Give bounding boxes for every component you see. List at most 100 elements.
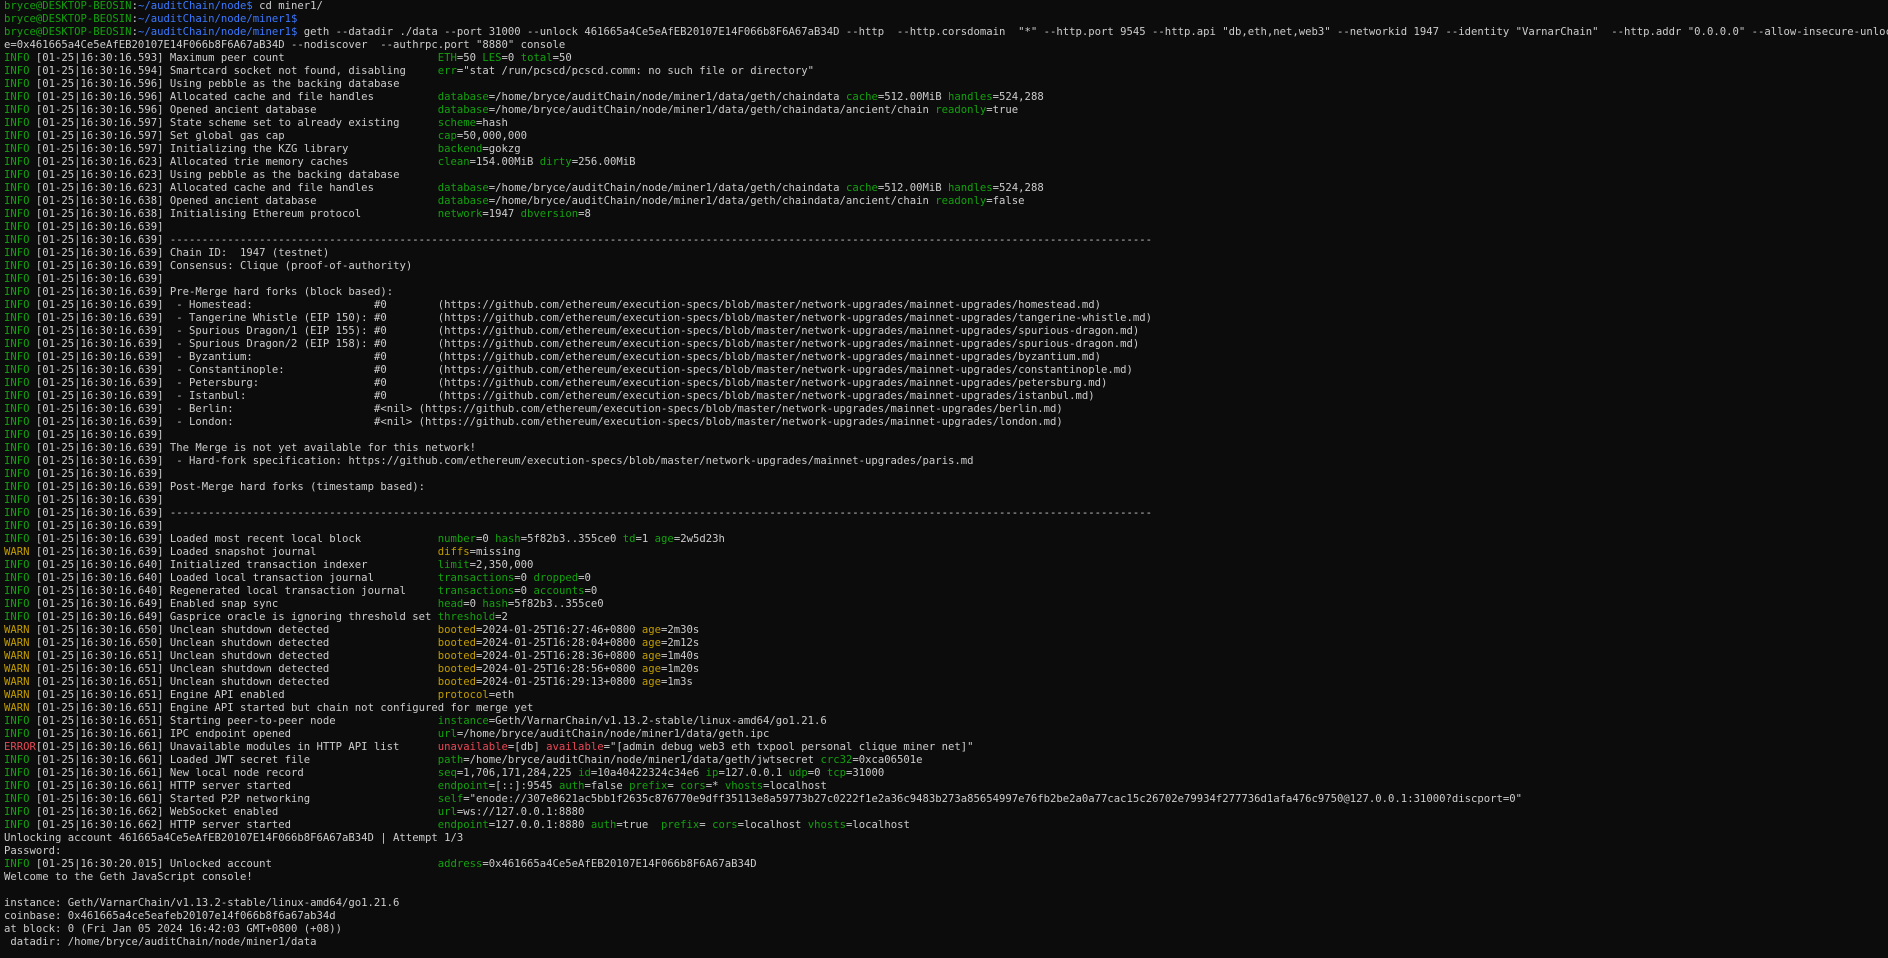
log-message: - Istanbul: #0 (https://github.com/ether… bbox=[163, 390, 1095, 402]
log-message: Unclean shutdown detected bbox=[163, 676, 432, 688]
password-line: Password: bbox=[4, 845, 1888, 858]
log-message: New local node record bbox=[163, 767, 432, 779]
log-timestamp: [01-25|16:30:16.651] bbox=[35, 715, 164, 727]
log-level: INFO bbox=[4, 780, 30, 792]
log-timestamp: [01-25|16:30:16.639] bbox=[35, 416, 164, 428]
log-level: INFO bbox=[4, 533, 30, 545]
log-message: Regenerated local transaction journal bbox=[163, 585, 432, 597]
log-level: INFO bbox=[4, 507, 30, 519]
log-line: WARN [01-25|16:30:16.651] Unclean shutdo… bbox=[4, 676, 1888, 689]
log-line: INFO [01-25|16:30:16.638] Opened ancient… bbox=[4, 195, 1888, 208]
log-level: INFO bbox=[4, 221, 30, 233]
log-line: INFO [01-25|16:30:16.594] Smartcard sock… bbox=[4, 65, 1888, 78]
log-line: WARN [01-25|16:30:16.651] Engine API ena… bbox=[4, 689, 1888, 702]
log-value: =1m3s bbox=[661, 676, 693, 688]
log-message: Consensus: Clique (proof-of-authority) bbox=[163, 260, 413, 272]
log-message: Allocated cache and file handles bbox=[163, 91, 432, 103]
terminal-window[interactable]: bryce@DESKTOP-BEOSIN:~/auditChain/node$ … bbox=[0, 0, 1888, 958]
log-key: cache bbox=[845, 182, 878, 194]
console-info-line bbox=[4, 884, 1888, 897]
log-timestamp: [01-25|16:30:16.597] bbox=[35, 130, 164, 142]
log-timestamp: [01-25|16:30:16.639] bbox=[35, 546, 164, 558]
log-level: INFO bbox=[4, 52, 30, 64]
log-message: Maximum peer count bbox=[163, 52, 432, 64]
log-message: Opened ancient database bbox=[163, 195, 432, 207]
console-info-line: coinbase: 0x461665a4ce5eafeb20107e14f066… bbox=[4, 910, 1888, 923]
log-line: INFO [01-25|16:30:16.639] - Homestead: #… bbox=[4, 299, 1888, 312]
log-message: Loaded JWT secret file bbox=[163, 754, 432, 766]
log-value: =[db] bbox=[507, 741, 540, 753]
log-line: INFO [01-25|16:30:16.639] - Tangerine Wh… bbox=[4, 312, 1888, 325]
log-key: handles bbox=[948, 182, 993, 194]
log-message: State scheme set to already existing bbox=[163, 117, 432, 129]
log-level: INFO bbox=[4, 793, 30, 805]
log-line: INFO [01-25|16:30:16.639] bbox=[4, 520, 1888, 533]
log-value: =[::]:9545 bbox=[488, 780, 553, 792]
log-level: INFO bbox=[4, 585, 30, 597]
log-timestamp: [01-25|16:30:16.639] bbox=[35, 520, 164, 532]
log-value: =2024-01-25T16:28:56+0800 bbox=[476, 663, 636, 675]
log-line: INFO [01-25|16:30:16.639] Chain ID: 1947… bbox=[4, 247, 1888, 260]
log-value: =* bbox=[705, 780, 719, 792]
log-timestamp: [01-25|16:30:16.639] bbox=[35, 299, 164, 311]
log-message: Loaded local transaction journal bbox=[163, 572, 432, 584]
log-value: =0 bbox=[807, 767, 821, 779]
log-key: seq bbox=[437, 767, 457, 779]
log-key: available bbox=[546, 741, 604, 753]
log-message: ----------------------------------------… bbox=[163, 507, 1153, 519]
log-value: =/home/bryce/auditChain/node/miner1/data… bbox=[488, 195, 929, 207]
log-level: INFO bbox=[4, 325, 30, 337]
log-level: INFO bbox=[4, 104, 30, 116]
log-timestamp: [01-25|16:30:16.639] bbox=[35, 338, 164, 350]
log-value: =512.00MiB bbox=[877, 182, 942, 194]
log-value: =/home/bryce/auditChain/node/miner1/data… bbox=[488, 104, 929, 116]
prompt-user-host: bryce@DESKTOP-BEOSIN bbox=[4, 0, 132, 12]
log-value: =2w5d23h bbox=[673, 533, 725, 545]
log-level: INFO bbox=[4, 117, 30, 129]
prompt-user-host: bryce@DESKTOP-BEOSIN bbox=[4, 26, 132, 38]
log-key: instance bbox=[437, 715, 489, 727]
log-timestamp: [01-25|16:30:16.649] bbox=[35, 598, 164, 610]
log-message: Enabled snap sync bbox=[163, 598, 432, 610]
log-key: booted bbox=[437, 624, 477, 636]
log-line: INFO [01-25|16:30:16.597] State scheme s… bbox=[4, 117, 1888, 130]
log-timestamp: [01-25|16:30:16.639] bbox=[35, 455, 164, 467]
log-key: threshold bbox=[437, 611, 496, 623]
log-line: INFO [01-25|16:30:16.639] Consensus: Cli… bbox=[4, 260, 1888, 273]
log-key: dropped bbox=[533, 572, 579, 584]
log-message: Engine API started but chain not configu… bbox=[163, 702, 534, 714]
log-level: INFO bbox=[4, 442, 30, 454]
log-value: =1m40s bbox=[661, 650, 700, 662]
log-key: ip bbox=[705, 767, 719, 779]
log-value: =0xca06501e bbox=[852, 754, 923, 766]
log-message: Post-Merge hard forks (timestamp based): bbox=[163, 481, 425, 493]
log-timestamp: [01-25|16:30:16.651] bbox=[35, 702, 164, 714]
log-message: Unclean shutdown detected bbox=[163, 637, 432, 649]
log-key: auth bbox=[590, 819, 617, 831]
log-message: - London: #<nil> (https://github.com/eth… bbox=[163, 416, 1063, 428]
log-value: =/home/bryce/auditChain/node/miner1/data… bbox=[463, 754, 815, 766]
log-message: Starting peer-to-peer node bbox=[163, 715, 432, 727]
log-level: WARN bbox=[4, 650, 30, 662]
log-value: =2024-01-25T16:28:36+0800 bbox=[476, 650, 636, 662]
log-key: vhosts bbox=[724, 780, 764, 792]
log-timestamp: [01-25|16:30:16.623] bbox=[35, 169, 164, 181]
log-line: INFO [01-25|16:30:16.639] - Berlin: #<ni… bbox=[4, 403, 1888, 416]
log-timestamp: [01-25|16:30:16.638] bbox=[35, 195, 164, 207]
prompt-line: bryce@DESKTOP-BEOSIN:~/auditChain/node$ … bbox=[4, 0, 1888, 13]
log-key: booted bbox=[437, 637, 477, 649]
log-value: =5f82b3..355ce0 bbox=[507, 598, 604, 610]
log-level: INFO bbox=[4, 611, 30, 623]
log-value: =hash bbox=[476, 117, 508, 129]
log-level: WARN bbox=[4, 689, 30, 701]
log-key: number bbox=[437, 533, 477, 545]
log-level: INFO bbox=[4, 806, 30, 818]
log-line: INFO [01-25|16:30:16.640] Regenerated lo… bbox=[4, 585, 1888, 598]
log-line: INFO [01-25|16:30:16.639] - London: #<ni… bbox=[4, 416, 1888, 429]
log-timestamp: [01-25|16:30:16.640] bbox=[35, 572, 164, 584]
log-value: =1947 bbox=[482, 208, 515, 220]
log-message: The Merge is not yet available for this … bbox=[163, 442, 476, 454]
log-level: WARN bbox=[4, 624, 30, 636]
log-value: =localhost bbox=[846, 819, 910, 831]
log-key: self bbox=[437, 793, 464, 805]
